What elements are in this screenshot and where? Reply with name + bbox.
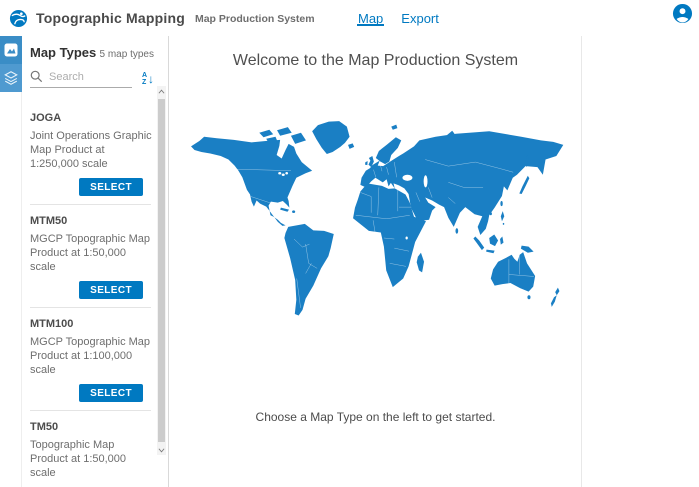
scroll-up-icon[interactable] (157, 86, 166, 96)
welcome-title: Welcome to the Map Production System (170, 52, 581, 70)
map-products-panel-icon[interactable] (0, 36, 22, 64)
select-button[interactable]: SELECT (79, 384, 143, 402)
welcome-panel: Welcome to the Map Production System (170, 36, 582, 487)
sidebar-header: Map Types 5 map types (22, 36, 168, 60)
scrollbar-thumb[interactable] (158, 99, 165, 442)
app-header: Topographic Mapping Map Production Syste… (0, 0, 699, 36)
sort-a-z-icon[interactable]: A Z ↓ (142, 72, 154, 86)
globe-icon (9, 9, 28, 28)
tab-export[interactable]: Export (400, 2, 440, 35)
search-input[interactable] (49, 71, 129, 83)
map-type-name: TM50 (30, 417, 151, 433)
sidebar-title: Map Types (30, 45, 96, 60)
sort-letter-z: Z (142, 79, 147, 86)
map-type-item: MTM50 MGCP Topographic Map Product at 1:… (30, 204, 151, 307)
map-type-list: JOGA Joint Operations Graphic Map Produc… (22, 102, 155, 487)
app-window: Topographic Mapping Map Production Syste… (0, 0, 699, 487)
map-type-item: JOGA Joint Operations Graphic Map Produc… (30, 102, 151, 204)
map-type-description: Joint Operations Graphic Map Product at … (30, 129, 152, 171)
search-row: A Z ↓ (22, 60, 168, 88)
map-type-name: MTM100 (30, 314, 151, 330)
sidebar-scrollbar[interactable] (157, 86, 166, 455)
tab-map[interactable]: Map (357, 2, 384, 35)
map-type-item: MTM100 MGCP Topographic Map Product at 1… (30, 307, 151, 410)
map-type-description: Topographic Map Product at 1:50,000 scal… (30, 438, 152, 480)
search-box[interactable] (30, 70, 132, 88)
sort-down-arrow: ↓ (148, 73, 154, 85)
app-subtitle: Map Production System (195, 13, 315, 25)
app-title: Topographic Mapping (36, 10, 185, 26)
header-tabs: Map Export (357, 0, 440, 36)
layers-icon[interactable] (0, 64, 22, 92)
select-button[interactable]: SELECT (79, 281, 143, 299)
search-icon (30, 70, 43, 83)
world-map (186, 114, 566, 324)
user-avatar-icon[interactable] (672, 3, 693, 24)
select-button[interactable]: SELECT (79, 178, 143, 196)
scroll-down-icon[interactable] (157, 445, 166, 455)
map-type-count: 5 map types (100, 49, 154, 60)
map-type-description: MGCP Topographic Map Product at 1:50,000… (30, 232, 152, 274)
map-type-name: MTM50 (30, 211, 151, 227)
map-type-name: JOGA (30, 108, 151, 124)
sort-letter-a: A (142, 72, 147, 79)
instruction-text: Choose a Map Type on the left to get sta… (170, 410, 581, 424)
tool-strip (0, 36, 22, 487)
app-body: Map Types 5 map types A Z ↓ (0, 36, 699, 487)
map-type-description: MGCP Topographic Map Product at 1:100,00… (30, 335, 152, 377)
map-type-item: TM50 Topographic Map Product at 1:50,000… (30, 410, 151, 487)
map-types-sidebar: Map Types 5 map types A Z ↓ (22, 36, 169, 487)
